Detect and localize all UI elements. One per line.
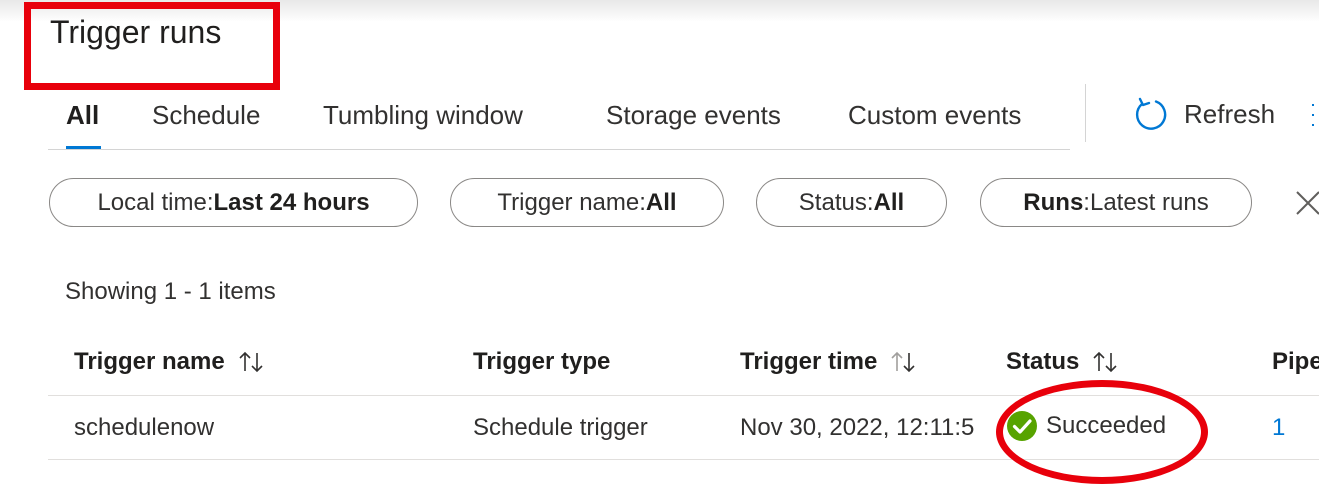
cell-trigger-type: Schedule trigger [473,414,648,441]
sort-arrows-icon [239,351,263,373]
tab-storage-events[interactable]: Storage events [606,100,781,131]
items-count: Showing 1 - 1 items [65,278,276,305]
tab-custom-events[interactable]: Custom events [848,100,1021,131]
tab-all[interactable]: All [66,100,99,131]
filter-trigger-name-value: All [645,188,677,216]
status-annotation-ellipse [996,380,1208,484]
more-options-icon[interactable] [1308,100,1319,130]
filter-status-value: All [873,188,905,216]
close-icon[interactable] [1295,186,1319,220]
filter-local-time-value: Last 24 hours [213,188,370,216]
cell-trigger-time: Nov 30, 2022, 12:11:5 [740,414,975,441]
tab-tumbling-window[interactable]: Tumbling window [323,100,523,131]
tab-bar: All Schedule Tumbling window Storage eve… [48,96,1070,150]
filter-runs-label: Runs [1023,188,1084,216]
filter-trigger-name-label: Trigger name [497,188,640,216]
refresh-button[interactable]: Refresh [1134,96,1275,132]
toolbar-divider [1085,84,1086,142]
filter-local-time-label: Local time [97,188,207,216]
filter-runs[interactable]: Runs : Latest runs [980,178,1252,227]
cell-trigger-name: schedulenow [74,414,215,441]
filter-trigger-name[interactable]: Trigger name : All [450,178,724,227]
column-header-status[interactable]: Status [1006,348,1121,376]
column-header-trigger-type: Trigger type [473,348,611,375]
sort-arrows-icon [1093,351,1117,373]
filter-runs-value: Latest runs [1089,188,1209,216]
filter-status-label: Status [798,188,867,216]
tab-schedule[interactable]: Schedule [152,100,260,131]
active-tab-indicator [66,146,101,149]
refresh-icon [1135,97,1167,130]
refresh-label: Refresh [1184,98,1276,129]
filter-local-time[interactable]: Local time : Last 24 hours [49,178,418,227]
filter-status[interactable]: Status : All [756,178,947,227]
cell-pipelines-link[interactable]: 1 [1272,414,1285,442]
sort-arrows-icon [891,351,915,373]
title-annotation-box [24,2,280,90]
column-header-trigger-time[interactable]: Trigger time [740,348,919,376]
column-header-trigger-name[interactable]: Trigger name [74,348,267,376]
column-header-pipelines: Pipe [1272,348,1319,375]
